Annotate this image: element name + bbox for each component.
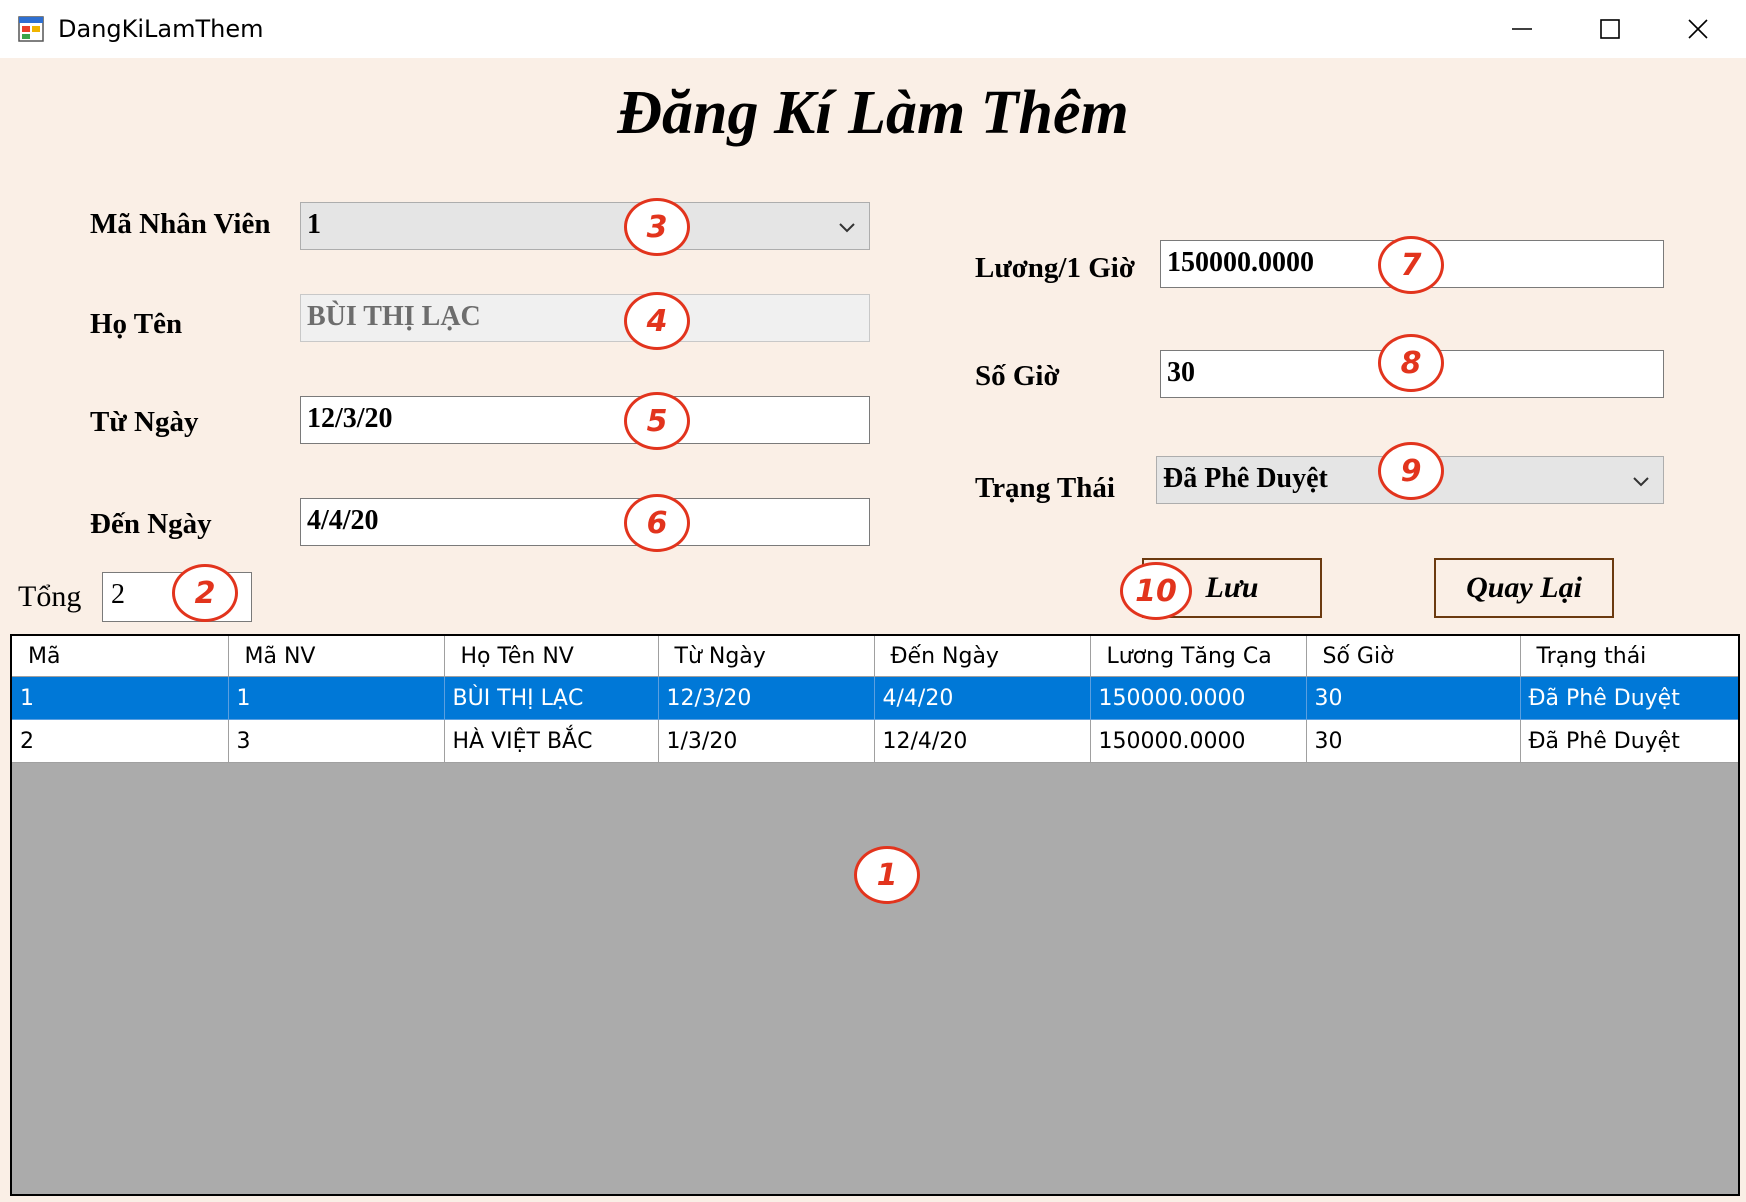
table-cell[interactable]: 1/3/20 [658,719,875,763]
table-cell[interactable]: 30 [1306,719,1521,763]
column-header[interactable]: Mã [12,636,229,677]
table-row[interactable]: 2 3 HÀ VIỆT BẮC 1/3/20 12/4/20 150000.00… [12,719,1738,763]
annotation-marker-2: 2 [172,564,238,622]
table-cell[interactable]: Đã Phê Duyệt [1520,719,1738,763]
annotation-marker-7: 7 [1378,236,1444,294]
annotation-marker-6: 6 [624,494,690,552]
total-label: Tổng [18,580,82,613]
table-header-row: Mã Mã NV Họ Tên NV Từ Ngày Đến Ngày Lươn… [12,636,1738,677]
annotation-marker-9: 9 [1378,442,1444,500]
maximize-icon [1600,19,1620,39]
table-cell[interactable]: 3 [228,719,445,763]
employee-id-combobox[interactable]: 1 [300,202,870,250]
column-header[interactable]: Từ Ngày [658,636,875,677]
to-date-label: Đến Ngày [90,508,212,540]
table-cell[interactable]: 2 [12,719,229,763]
chevron-down-icon [1633,477,1649,487]
table-cell[interactable]: 12/4/20 [874,719,1091,763]
table-cell[interactable]: 150000.0000 [1090,719,1307,763]
annotation-marker-8: 8 [1378,334,1444,392]
annotation-marker-10: 10 [1120,562,1192,620]
employee-id-label: Mã Nhân Viên [90,208,271,240]
full-name-field: BÙI THỊ LẠC [300,294,870,342]
table-cell[interactable]: 150000.0000 [1090,676,1307,720]
close-button[interactable] [1654,0,1742,58]
hours-label: Số Giờ [975,360,1060,392]
column-header[interactable]: Đến Ngày [874,636,1091,677]
annotation-marker-1: 1 [854,846,920,904]
table-cell[interactable]: 1 [12,676,229,720]
table-cell[interactable]: 12/3/20 [658,676,875,720]
table-cell[interactable]: HÀ VIỆT BẮC [444,719,659,763]
table-cell[interactable]: BÙI THỊ LẠC [444,676,659,720]
chevron-down-icon [839,223,855,233]
annotation-marker-4: 4 [624,292,690,350]
column-header[interactable]: Số Giờ [1306,636,1521,677]
status-value: Đã Phê Duyệt [1163,463,1328,494]
column-header[interactable]: Mã NV [228,636,445,677]
table-cell[interactable]: 4/4/20 [874,676,1091,720]
table-cell[interactable]: Đã Phê Duyệt [1520,676,1738,720]
to-date-field[interactable]: 4/4/20 [300,498,870,546]
column-header[interactable]: Lương Tăng Ca [1090,636,1307,677]
app-window-icon [18,16,44,42]
table-cell[interactable]: 1 [228,676,445,720]
annotation-marker-3: 3 [624,198,690,256]
table-row[interactable]: 1 1 BÙI THỊ LẠC 12/3/20 4/4/20 150000.00… [12,676,1738,720]
close-icon [1688,19,1708,39]
overtime-data-grid[interactable]: Mã Mã NV Họ Tên NV Từ Ngày Đến Ngày Lươn… [10,634,1740,1196]
column-header[interactable]: Họ Tên NV [444,636,659,677]
annotation-marker-5: 5 [624,392,690,450]
minimize-icon [1512,28,1532,30]
back-button[interactable]: Quay Lại [1434,558,1614,618]
employee-id-value: 1 [307,209,321,240]
maximize-button[interactable] [1566,0,1654,58]
hourly-wage-label: Lương/1 Giờ [975,252,1135,284]
from-date-label: Từ Ngày [90,406,199,438]
table-cell[interactable]: 30 [1306,676,1521,720]
title-bar: DangKiLamThem [0,0,1746,58]
status-label: Trạng Thái [975,472,1115,504]
full-name-label: Họ Tên [90,308,183,340]
from-date-field[interactable]: 12/3/20 [300,396,870,444]
overtime-table: Mã Mã NV Họ Tên NV Từ Ngày Đến Ngày Lươn… [12,636,1738,763]
window-title: DangKiLamThem [58,15,264,43]
minimize-button[interactable] [1478,0,1566,58]
column-header[interactable]: Trạng thái [1520,636,1738,677]
page-title: Đăng Kí Làm Thêm [617,79,1129,147]
